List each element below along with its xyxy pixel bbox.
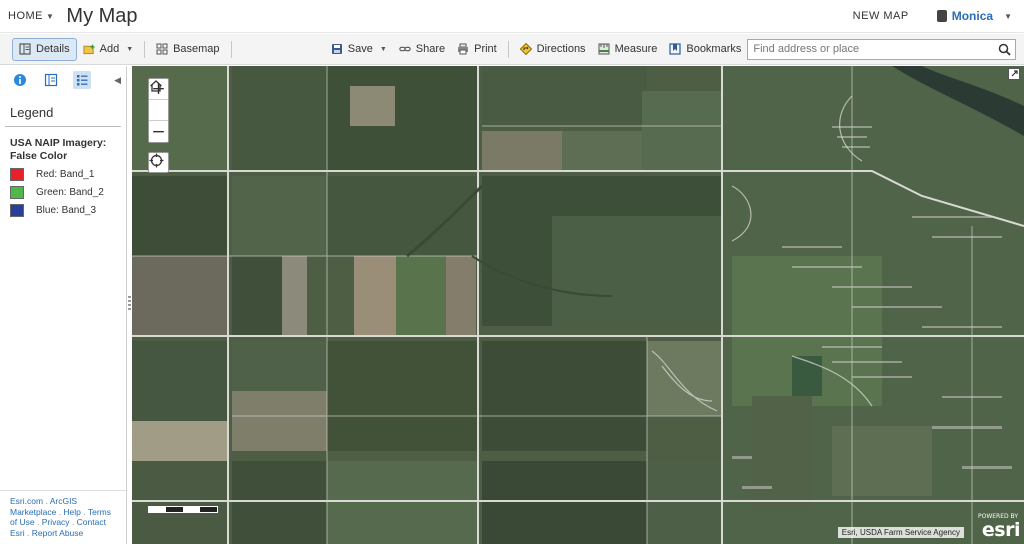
add-layer-icon: + <box>83 43 95 55</box>
add-button[interactable]: + Add ▼ <box>77 38 140 61</box>
legend-item-label: Red: Band_1 <box>36 169 95 180</box>
printer-icon <box>457 43 469 55</box>
legend-divider <box>5 126 121 127</box>
details-icon <box>19 43 31 55</box>
bookmarks-button[interactable]: Bookmarks <box>663 38 747 61</box>
locate-crosshair-icon <box>149 153 164 168</box>
panel-tabs: ◀ <box>0 66 126 94</box>
help-link[interactable]: Help <box>63 507 80 517</box>
scale-segment <box>200 507 217 512</box>
legend-item: Green: Band_2 <box>10 186 126 199</box>
top-header: HOME ▼ My Map NEW MAP Monica ▼ <box>0 0 1024 33</box>
chevron-down-icon: ▼ <box>126 45 134 53</box>
search-icon[interactable] <box>993 43 1015 56</box>
print-button[interactable]: Print <box>451 38 503 61</box>
search-box <box>747 38 1017 60</box>
home-menu[interactable]: HOME ▼ <box>8 10 54 22</box>
locate-button[interactable] <box>148 152 169 173</box>
measure-button[interactable]: Measure <box>592 38 664 61</box>
bookmarks-icon <box>669 43 681 55</box>
zoom-control: + − <box>148 78 169 143</box>
about-tab[interactable] <box>11 71 29 89</box>
scale-bar <box>148 506 218 513</box>
save-button[interactable]: Save ▼ <box>325 38 393 61</box>
scale-segment <box>166 507 183 512</box>
privacy-link[interactable]: Privacy <box>42 517 70 527</box>
home-extent-button[interactable] <box>149 80 168 121</box>
zoom-out-button[interactable]: − <box>149 121 168 142</box>
legend-tab[interactable] <box>73 71 91 89</box>
save-label: Save <box>347 43 373 55</box>
basemap-label: Basemap <box>173 43 220 55</box>
share-link-icon <box>399 43 411 55</box>
panel-footer: Esri.com . ArcGIS Marketplace . Help . T… <box>0 490 126 544</box>
content-icon <box>44 73 58 87</box>
details-button[interactable]: Details <box>12 37 77 61</box>
details-label: Details <box>36 43 70 55</box>
report-abuse-link[interactable]: Report Abuse <box>32 528 84 538</box>
panel-resize-handle[interactable] <box>128 296 131 310</box>
legend-title: Legend <box>10 105 54 120</box>
scale-segment <box>149 507 166 512</box>
user-menu[interactable]: Monica ▼ <box>936 9 1012 23</box>
toolbar-divider <box>144 40 146 58</box>
legend-layer-name: USA NAIP Imagery: False Color <box>10 137 107 162</box>
share-label: Share <box>415 43 446 55</box>
chevron-down-icon: ▼ <box>46 11 55 21</box>
toolbar-divider <box>230 40 232 58</box>
svg-text:+: + <box>89 43 95 51</box>
legend-swatch-red <box>10 168 24 181</box>
legend-swatch-green <box>10 186 24 199</box>
add-label: Add <box>99 43 120 55</box>
measure-label: Measure <box>614 43 658 55</box>
collapse-panel-icon[interactable]: ◀ <box>114 75 121 86</box>
map-attribution: Esri, USDA Farm Service Agency <box>837 527 964 538</box>
search-input[interactable] <box>748 39 994 59</box>
chevron-down-icon: ▼ <box>1004 11 1012 21</box>
home-label: HOME <box>8 10 43 22</box>
content-tab[interactable] <box>42 71 60 89</box>
legend-item-label: Green: Band_2 <box>36 187 104 198</box>
print-label: Print <box>474 43 497 55</box>
user-name: Monica <box>951 9 994 23</box>
directions-sign-icon <box>519 43 532 55</box>
map-title: My Map <box>66 4 138 27</box>
directions-button[interactable]: Directions <box>514 38 592 61</box>
basemap-grid-icon <box>156 43 168 55</box>
esri-logo-text: esri <box>981 519 1021 541</box>
map-toolbar: Details + Add ▼ Basemap Save ▼ Share Pri… <box>0 34 1024 65</box>
measure-ruler-icon <box>598 43 610 55</box>
new-map-button[interactable]: NEW MAP <box>853 10 909 22</box>
legend-icon <box>77 75 88 86</box>
basemap-button[interactable]: Basemap <box>150 38 225 61</box>
legend-item: Blue: Band_3 <box>10 204 126 217</box>
chevron-down-icon: ▼ <box>379 45 387 53</box>
user-avatar-icon <box>936 10 947 22</box>
scale-segment <box>183 507 200 512</box>
home-icon <box>150 80 162 92</box>
toolbar-divider <box>507 40 509 58</box>
save-disk-icon <box>331 43 343 55</box>
bookmarks-label: Bookmarks <box>686 43 742 55</box>
esri-logo-powered-by: POWERED BY <box>977 513 1018 520</box>
fullscreen-expand-icon[interactable] <box>1008 68 1020 80</box>
map-view[interactable]: + − Esri, USDA Farm Service Agency POWER… <box>132 66 1024 544</box>
legend-swatch-blue <box>10 204 24 217</box>
directions-label: Directions <box>536 43 586 55</box>
legend-item: Red: Band_1 <box>10 168 126 181</box>
esri-com-link[interactable]: Esri.com <box>10 496 43 506</box>
share-button[interactable]: Share <box>393 38 451 61</box>
satellite-imagery <box>132 66 1024 544</box>
details-panel: ◀ Legend USA NAIP Imagery: False Color R… <box>0 66 127 544</box>
legend-item-label: Blue: Band_3 <box>36 205 97 216</box>
header-right: NEW MAP Monica ▼ <box>853 9 1012 23</box>
about-icon <box>14 74 26 86</box>
esri-logo[interactable]: POWERED BY esri <box>978 513 1021 541</box>
